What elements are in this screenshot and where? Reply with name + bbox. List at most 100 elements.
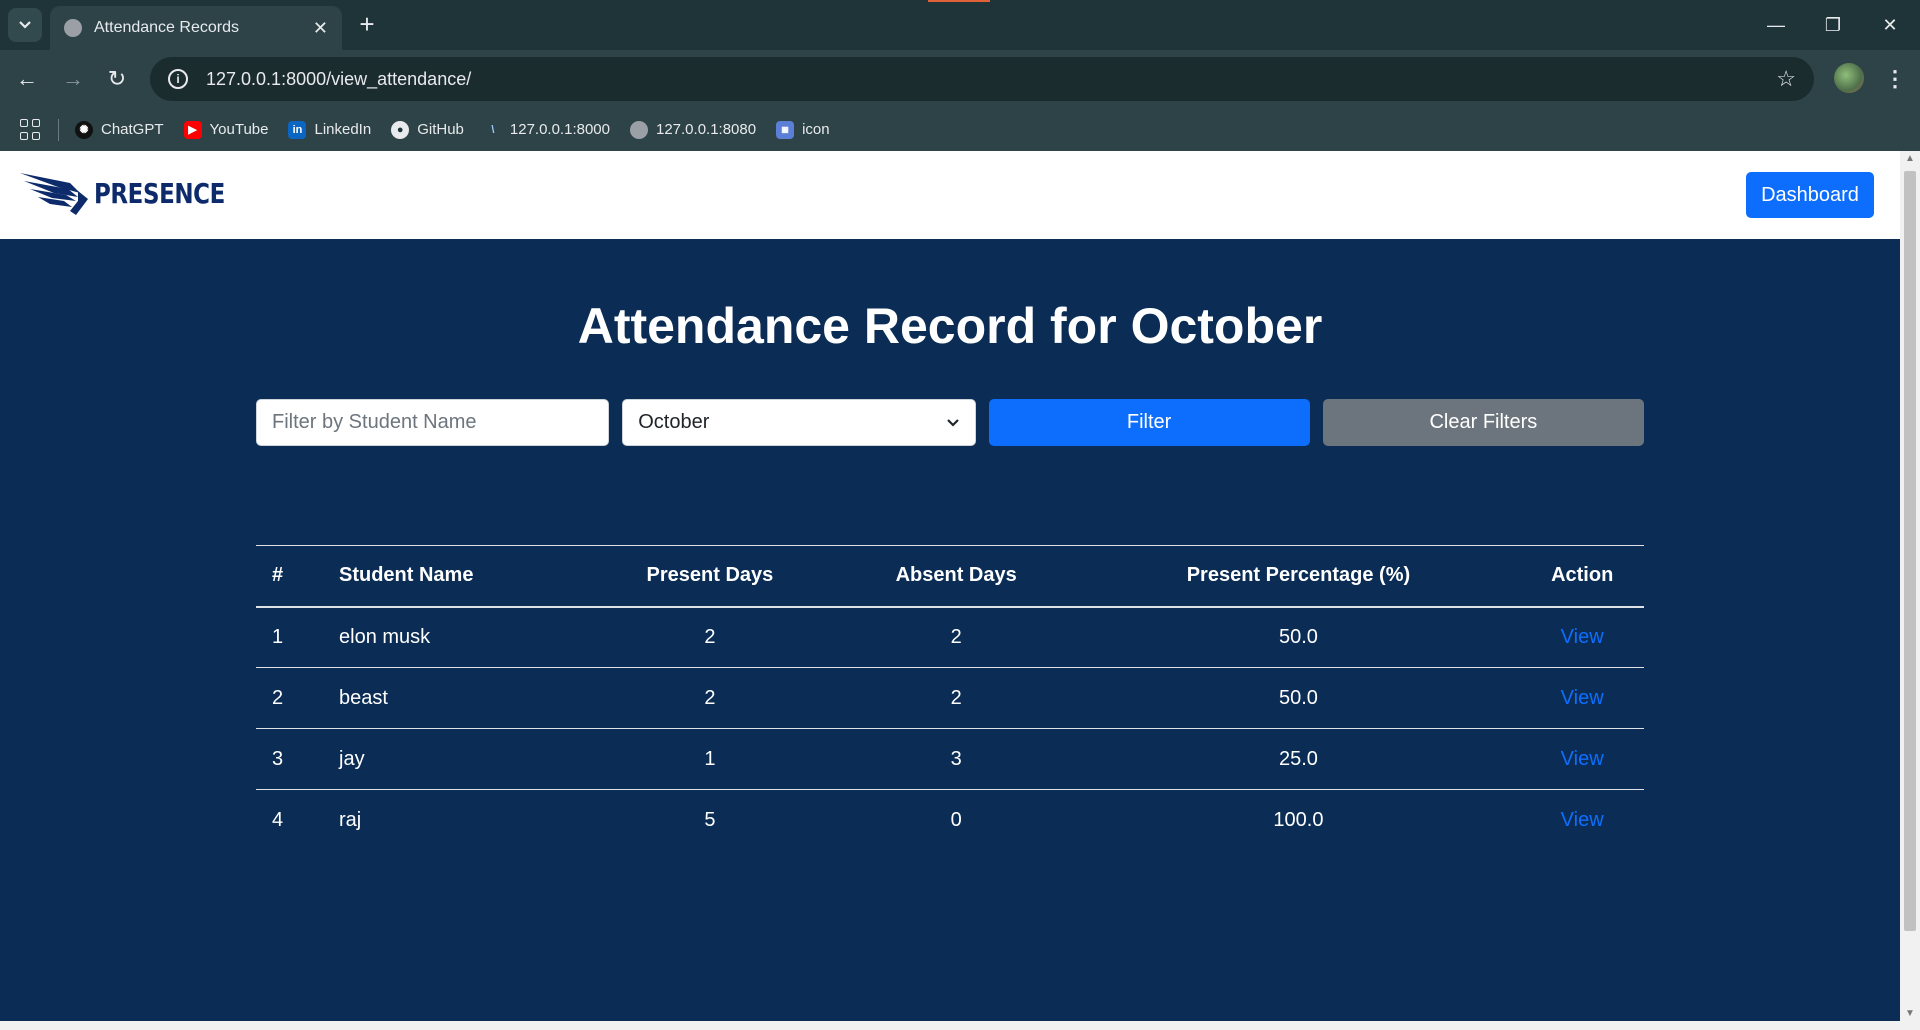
view-link[interactable]: View: [1561, 748, 1604, 770]
vercel-icon: \: [491, 123, 495, 136]
browser-menu-icon[interactable]: ⋮: [1880, 62, 1910, 96]
github-icon: ●: [391, 120, 410, 139]
reload-icon[interactable]: ↻: [100, 62, 134, 96]
browser-tab-active[interactable]: Attendance Records ✕: [50, 6, 342, 50]
bookmarks-separator: [58, 118, 59, 141]
chevron-down-icon: [946, 418, 959, 427]
close-tab-icon[interactable]: ✕: [313, 18, 328, 39]
bookmark-label: GitHub: [417, 121, 464, 138]
tab-title: Attendance Records: [94, 19, 239, 36]
bookmark-label: icon: [802, 121, 830, 138]
bookmark-github[interactable]: ● GitHub: [391, 120, 464, 139]
scroll-up-icon[interactable]: ▲: [1905, 153, 1915, 164]
new-tab-button[interactable]: +: [352, 10, 382, 40]
absent-days: 3: [835, 728, 1077, 790]
present-days: 2: [584, 606, 836, 668]
bookmark-chatgpt[interactable]: ✺ ChatGPT: [75, 120, 164, 139]
window-bottom-edge: [0, 1021, 1920, 1030]
chatgpt-icon: ✺: [75, 120, 93, 139]
scroll-down-icon[interactable]: ▼: [1905, 1008, 1915, 1019]
tab-strip-accent: [928, 0, 990, 2]
row-number: 3: [256, 728, 339, 790]
student-name: raj: [339, 808, 362, 831]
scrollbar-thumb[interactable]: [1904, 171, 1916, 931]
bookmark-star-icon[interactable]: ☆: [1776, 66, 1796, 92]
student-name-filter-input[interactable]: [256, 399, 610, 446]
globe-icon: [64, 19, 82, 37]
view-link[interactable]: View: [1561, 626, 1604, 648]
icon-bookmark-icon: ▦: [776, 120, 795, 139]
absent-days: 2: [835, 606, 1077, 668]
address-bar[interactable]: i 127.0.0.1:8000/view_attendance/ ☆: [150, 57, 1814, 101]
bookmark-label: 127.0.0.1:8080: [655, 121, 757, 138]
header-absent-days: Absent Days: [835, 545, 1077, 608]
restore-window-icon[interactable]: ❐: [1813, 8, 1853, 42]
attendance-table: # Student Name Present Days Absent Days …: [256, 545, 1644, 851]
filter-button[interactable]: Filter: [988, 399, 1310, 446]
header-present-percentage: Present Percentage (%): [1076, 545, 1521, 608]
table-row: 3 jay 1 3 25.0 View: [256, 728, 1644, 790]
page-content: PRESENCE Dashboard Attendance Record for…: [0, 151, 1900, 1021]
profile-avatar[interactable]: [1834, 63, 1864, 93]
url-text[interactable]: 127.0.0.1:8000/view_attendance/: [206, 69, 1776, 90]
student-name: elon musk: [339, 606, 584, 668]
bookmark-label: YouTube: [209, 121, 269, 138]
table-row: 4 raj 5 0 100.0 View: [256, 790, 1644, 851]
view-link[interactable]: View: [1561, 687, 1604, 709]
row-number: 1: [256, 606, 339, 668]
bookmarks-bar: ✺ ChatGPT ▶ YouTube in LinkedIn ● GitHub…: [0, 108, 1920, 151]
month-select-value: October: [638, 411, 710, 433]
bookmark-youtube[interactable]: ▶ YouTube: [183, 120, 269, 139]
globe-icon: [629, 120, 648, 139]
minimize-window-icon[interactable]: —: [1756, 8, 1796, 42]
action-cell: View: [1520, 728, 1644, 790]
header-number: #: [256, 545, 339, 608]
site-navbar: PRESENCE Dashboard: [0, 151, 1900, 239]
site-info-icon[interactable]: i: [168, 69, 188, 89]
action-cell: View: [1520, 790, 1644, 851]
action-cell: View: [1520, 667, 1644, 729]
tab-search-button[interactable]: [8, 8, 42, 42]
page-scrollbar[interactable]: ▲ ▼: [1900, 151, 1920, 1021]
present-days: 5: [704, 808, 716, 831]
brand-logo[interactable]: PRESENCE: [18, 167, 254, 219]
browser-toolbar: ← → ↻ i 127.0.0.1:8000/view_attendance/ …: [0, 50, 1920, 108]
bookmark-label: LinkedIn: [314, 121, 372, 138]
wing-logo-icon: [20, 173, 88, 215]
table-header-row: # Student Name Present Days Absent Days …: [256, 545, 1644, 608]
present-percentage: 50.0: [1076, 606, 1521, 668]
student-name: beast: [339, 667, 584, 729]
forward-arrow-icon[interactable]: →: [56, 62, 90, 96]
absent-days: 2: [835, 667, 1077, 729]
row-number: 4: [272, 808, 284, 831]
present-percentage: 50.0: [1076, 667, 1521, 729]
brand-name: PRESENCE: [94, 176, 225, 210]
browser-tab-bar: Attendance Records ✕ + — ❐ ✕: [0, 0, 1920, 50]
action-cell: View: [1520, 606, 1644, 668]
filter-form: October Filter Clear Filters: [256, 399, 1644, 446]
bookmark-icon[interactable]: ▦ icon: [776, 120, 830, 139]
bookmark-label: 127.0.0.1:8000: [509, 121, 610, 138]
present-days: 1: [584, 728, 836, 790]
bookmark-linkedin[interactable]: in LinkedIn: [288, 120, 372, 139]
apps-grid-icon[interactable]: [20, 118, 42, 141]
header-action: Action: [1520, 545, 1644, 608]
clear-filters-button[interactable]: Clear Filters: [1322, 399, 1644, 446]
absent-days: 0: [950, 808, 962, 831]
close-window-icon[interactable]: ✕: [1870, 8, 1910, 42]
page-title: Attendance Record for October: [577, 298, 1323, 354]
back-arrow-icon[interactable]: ←: [10, 62, 44, 96]
bookmark-localhost-8080[interactable]: 127.0.0.1:8080: [629, 120, 757, 139]
dashboard-button[interactable]: Dashboard: [1746, 172, 1874, 218]
present-percentage: 100.0: [1273, 808, 1324, 831]
present-days: 2: [584, 667, 836, 729]
student-name: jay: [339, 728, 584, 790]
youtube-icon: ▶: [183, 120, 202, 139]
view-link[interactable]: View: [1561, 809, 1604, 831]
chevron-down-icon: [19, 21, 31, 29]
bookmark-label: ChatGPT: [101, 121, 164, 138]
month-select[interactable]: October: [622, 399, 976, 446]
bookmark-localhost-8000[interactable]: \ 127.0.0.1:8000: [484, 121, 610, 139]
header-student-name: Student Name: [339, 545, 584, 608]
linkedin-icon: in: [288, 120, 307, 139]
